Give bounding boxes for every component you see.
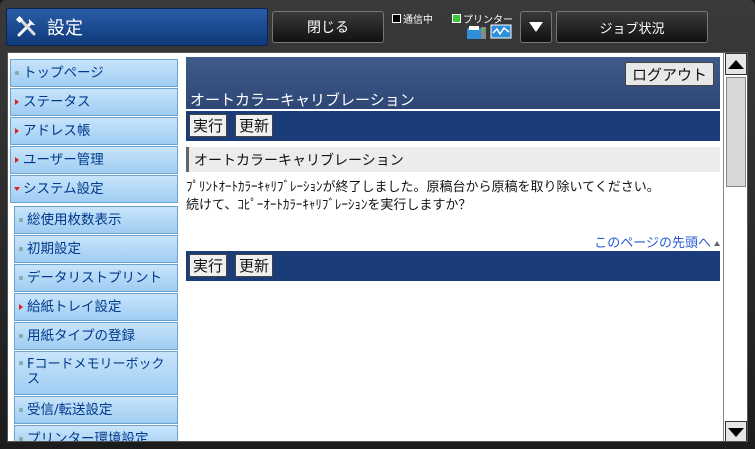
- sidebar-item-user-management[interactable]: ユーザー管理: [10, 146, 178, 174]
- vertical-scrollbar[interactable]: [723, 53, 747, 441]
- action-bar-bottom: 実行 更新: [186, 251, 720, 281]
- message-line-2: 続けて、ｺﾋﾟｰｵｰﾄｶﾗｰｷｬﾘﾌﾞﾚｰｼｮﾝを実行しますか？: [186, 198, 472, 213]
- execute-button-bottom[interactable]: 実行: [189, 254, 228, 277]
- triangle-right-icon: [19, 304, 23, 310]
- bullet-icon: [19, 437, 23, 441]
- main-screen: トップページ ステータス アドレス帳 ユーザー管理 システム設定 総使用枚数表示…: [7, 52, 748, 442]
- close-button[interactable]: 閉じる: [272, 11, 384, 43]
- bullet-icon: [19, 218, 23, 222]
- monitor-wave-icon: [490, 24, 512, 39]
- bullet-icon: [19, 276, 23, 280]
- bullet-icon: [19, 408, 23, 412]
- triangle-right-icon: [15, 157, 19, 163]
- sidebar-item-top-page[interactable]: トップページ: [10, 59, 178, 87]
- sidebar: トップページ ステータス アドレス帳 ユーザー管理 システム設定 総使用枚数表示…: [8, 53, 180, 441]
- printer-status-icons: [466, 24, 512, 40]
- sidebar-item-paper-tray-settings[interactable]: 給紙トレイ設定: [14, 293, 178, 321]
- status-indicators: 通信中 プリンター: [390, 8, 516, 46]
- update-button-bottom[interactable]: 更新: [235, 254, 274, 277]
- bullet-icon: [19, 334, 23, 338]
- scroll-down-button[interactable]: [725, 421, 747, 441]
- section-title: オートカラーキャリブレーション: [186, 147, 720, 172]
- arrow-down-icon: [728, 427, 744, 437]
- action-bar-top: 実行 更新: [186, 111, 720, 141]
- job-status-button[interactable]: ジョブ状況: [556, 11, 708, 43]
- title-bar: 設定: [6, 8, 268, 46]
- sidebar-item-address-book[interactable]: アドレス帳: [10, 117, 178, 145]
- wrench-screwdriver-icon: [7, 8, 47, 46]
- bullet-icon: [19, 361, 23, 365]
- comm-label: 通信中: [403, 15, 433, 26]
- bullet-icon: [19, 247, 23, 251]
- comm-indicator-icon: [392, 14, 401, 23]
- triangle-right-icon: [15, 99, 19, 105]
- message-line-1: ﾌﾟﾘﾝﾄｵｰﾄｶﾗｰｷｬﾘﾌﾞﾚｰｼｮﾝが終了しました。原稿台から原稿を取り除…: [186, 180, 660, 195]
- update-button-top[interactable]: 更新: [235, 114, 274, 137]
- content-area: ログアウト オートカラーキャリブレーション 実行 更新 オートカラーキャリブレー…: [186, 57, 720, 441]
- sidebar-item-printer-settings[interactable]: プリンター環境設定: [14, 425, 178, 441]
- top-bar: 設定 閉じる 通信中 プリンター ジョブ状況: [6, 8, 749, 48]
- scroll-up-button[interactable]: [725, 53, 747, 75]
- printer-job-icon: [467, 26, 486, 39]
- scroll-thumb[interactable]: [726, 77, 746, 187]
- sidebar-item-fcode-box[interactable]: Fコードメモリーボックス: [14, 351, 178, 395]
- triangle-up-icon: [714, 241, 720, 246]
- page-header: ログアウト オートカラーキャリブレーション: [186, 57, 720, 109]
- sidebar-item-initial-settings[interactable]: 初期設定: [14, 235, 178, 263]
- sidebar-item-status[interactable]: ステータス: [10, 88, 178, 116]
- page-title: オートカラーキャリブレーション: [190, 91, 415, 109]
- status-dropdown-button[interactable]: [520, 11, 552, 43]
- arrow-up-icon: [728, 59, 744, 69]
- bullet-icon: [15, 71, 19, 75]
- message-text: ﾌﾟﾘﾝﾄｵｰﾄｶﾗｰｷｬﾘﾌﾞﾚｰｼｮﾝが終了しました。原稿台から原稿を取り除…: [186, 179, 720, 215]
- sidebar-item-total-count[interactable]: 総使用枚数表示: [14, 206, 178, 234]
- page-top-link[interactable]: このページの先頭へ: [594, 232, 720, 251]
- logout-button[interactable]: ログアウト: [624, 62, 714, 86]
- sidebar-item-receive-forward[interactable]: 受信/転送設定: [14, 396, 178, 424]
- execute-button-top[interactable]: 実行: [189, 114, 228, 137]
- page-top-label: このページの先頭へ: [594, 236, 711, 251]
- comm-status: 通信中: [392, 11, 433, 26]
- triangle-down-icon: [14, 187, 20, 191]
- triangle-right-icon: [15, 128, 19, 134]
- window-title: 設定: [47, 18, 83, 39]
- sidebar-item-data-list-print[interactable]: データリストプリント: [14, 264, 178, 292]
- chevron-down-icon: [529, 22, 543, 32]
- sidebar-item-paper-type[interactable]: 用紙タイプの登録: [14, 322, 178, 350]
- sidebar-item-system-settings[interactable]: システム設定: [10, 175, 178, 203]
- printer-indicator-icon: [452, 14, 461, 23]
